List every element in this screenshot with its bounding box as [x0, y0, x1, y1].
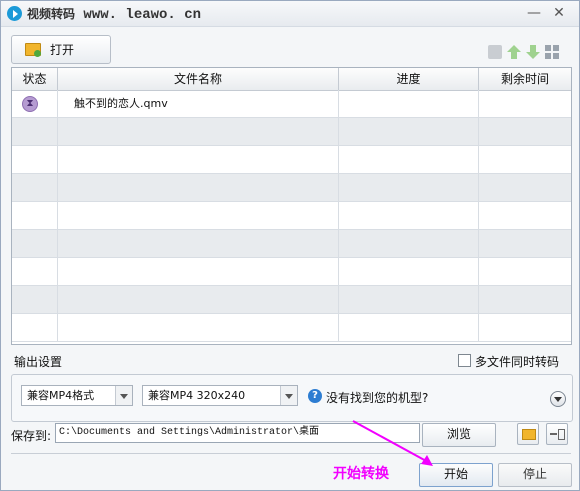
annotation-arrow — [352, 420, 433, 466]
annotation-arrow-line — [352, 420, 429, 463]
annotation-arrow-head — [421, 455, 433, 466]
